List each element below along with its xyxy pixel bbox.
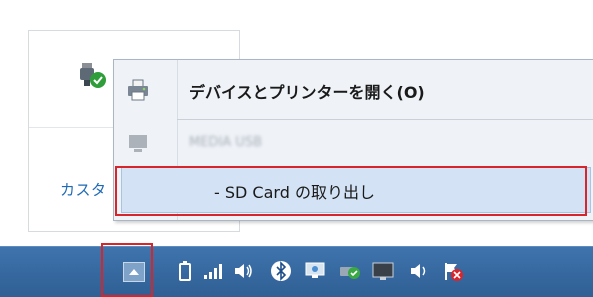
menu-item-open-devices-printers[interactable]: デバイスとプリンターを開く(O) (114, 70, 593, 110)
display-icon[interactable] (304, 260, 326, 282)
menu-item-eject-sd-card[interactable]: - SD Card の取り出し (121, 167, 591, 213)
usb-device-checkmark-icon[interactable] (76, 59, 108, 91)
volume-icon[interactable] (232, 260, 254, 282)
speaker-icon[interactable] (408, 260, 430, 282)
chevron-up-icon (129, 269, 139, 275)
taskbar-top-edge (0, 246, 593, 247)
menu-separator (177, 119, 593, 120)
menu-item-device: MEDIA USB (114, 123, 593, 163)
customize-link[interactable]: カスタ (60, 179, 107, 200)
safely-remove-icon[interactable] (338, 260, 360, 282)
menu-item-label: MEDIA USB (189, 135, 262, 150)
taskbar (0, 246, 593, 297)
menu-item-label: - SD Card の取り出し (214, 183, 375, 202)
signal-icon[interactable] (202, 260, 224, 282)
battery-icon[interactable] (174, 260, 196, 282)
context-menu: デバイスとプリンターを開く(O) MEDIA USB - SD Card の取り… (113, 59, 593, 221)
drive-icon (129, 135, 147, 152)
printer-icon (128, 79, 148, 101)
monitor-icon[interactable] (372, 260, 394, 282)
show-hidden-icons-button[interactable] (123, 262, 145, 282)
screen: カスタ デバイスとプリンターを開く(O) MEDIA USB - SD Card… (0, 0, 593, 297)
flag-error-icon[interactable] (442, 260, 464, 282)
menu-item-label: デバイスとプリンターを開く(O) (189, 83, 425, 102)
bluetooth-icon[interactable] (270, 260, 292, 282)
